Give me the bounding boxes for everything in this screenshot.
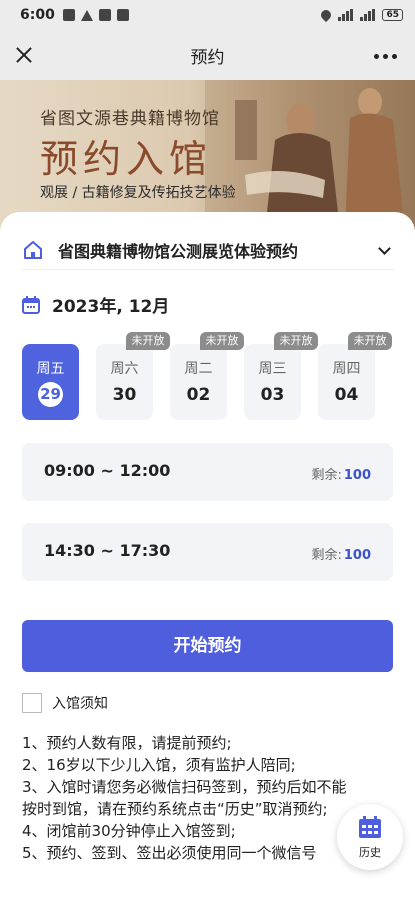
rule-line: 按时到馆，请在预约系统点击“历史”取消预约;: [22, 800, 328, 818]
remaining-label: 剩余:: [311, 468, 342, 483]
notice-checkbox-row[interactable]: 入馆须知: [22, 693, 108, 713]
banner-title: 预约入馆: [40, 137, 213, 181]
calendar-history-icon: [359, 816, 381, 838]
home-icon: [24, 240, 42, 259]
month-label: 2023年, 12月: [52, 297, 170, 317]
not-open-badge: 未开放: [200, 332, 244, 350]
history-label: 历史: [359, 846, 381, 859]
date-item[interactable]: 周五 29: [22, 344, 79, 420]
date-number: 02: [186, 385, 211, 405]
remaining-count: 100: [343, 548, 371, 563]
month-header: 2023年, 12月: [22, 292, 169, 317]
date-picker: 周五 29 周六 30 未开放 周二 02 未开放 周三 03 未开放 周四 0…: [22, 332, 397, 432]
signal-icon-2: [360, 9, 376, 21]
status-time: 6:00: [20, 7, 55, 23]
banner-painting: [205, 80, 415, 230]
slot-time: 09:00 ~ 12:00: [44, 461, 171, 480]
chevron-down-icon[interactable]: [378, 242, 391, 255]
date-item[interactable]: 周二 02: [170, 344, 227, 420]
date-number: 03: [260, 385, 285, 405]
notice-label: 入馆须知: [52, 696, 108, 712]
not-open-badge: 未开放: [126, 332, 170, 350]
send-icon: [80, 9, 93, 21]
rule-line: 1、预约人数有限，请提前预约;: [22, 734, 232, 752]
weekday-label: 周四: [332, 361, 361, 377]
museum-name: 省图典籍博物馆公测展览体验预约: [58, 241, 299, 261]
time-slot[interactable]: 14:30 ~ 17:30 剩余: 100: [22, 523, 393, 581]
signal-icon: [338, 9, 354, 21]
app-notification-icon: [62, 9, 75, 21]
notification-icons: [62, 9, 129, 21]
banner-description: 观展 / 古籍修复及传拓技艺体验: [40, 185, 236, 201]
weekday-label: 周三: [258, 361, 287, 377]
slot-remaining: 剩余: 100: [311, 464, 371, 483]
close-icon[interactable]: [12, 43, 36, 67]
rule-line: 2、16岁以下少儿入馆，须有监护人陪同;: [22, 756, 296, 774]
weekday-label: 周五: [36, 361, 65, 377]
remaining-label: 剩余:: [311, 548, 342, 563]
date-item[interactable]: 周六 30: [96, 344, 153, 420]
calendar-icon: [22, 295, 40, 314]
weekday-label: 周六: [110, 361, 139, 377]
slot-remaining: 剩余: 100: [311, 544, 371, 563]
date-number: 30: [112, 385, 137, 405]
app-notification-icon-2: [116, 9, 129, 21]
time-slot[interactable]: 09:00 ~ 12:00 剩余: 100: [22, 443, 393, 501]
location-icon: [319, 7, 334, 23]
banner-subtitle: 省图文源巷典籍博物馆: [40, 109, 220, 129]
nfc-icon: [98, 9, 111, 21]
battery-icon: 65: [382, 9, 403, 21]
system-icons: 65: [319, 7, 403, 23]
remaining-count: 100: [343, 468, 371, 483]
notice-checkbox[interactable]: [22, 693, 42, 713]
nav-bar: 预约: [0, 30, 415, 80]
date-item[interactable]: 周四 04: [318, 344, 375, 420]
more-icon[interactable]: [374, 54, 397, 59]
slot-time: 14:30 ~ 17:30: [44, 541, 171, 560]
museum-selector[interactable]: 省图典籍博物馆公测展览体验预约: [22, 230, 395, 270]
banner: 省图文源巷典籍博物馆 预约入馆 观展 / 古籍修复及传拓技艺体验: [0, 80, 415, 230]
booking-card: 省图典籍博物馆公测展览体验预约 2023年, 12月 周五 29 周六 30 未…: [0, 212, 415, 900]
not-open-badge: 未开放: [348, 332, 392, 350]
rule-line: 3、入馆时请您务必微信扫码签到，预约后如不能: [22, 778, 347, 796]
not-open-badge: 未开放: [274, 332, 318, 350]
weekday-label: 周二: [184, 361, 213, 377]
status-bar: 6:00 65: [0, 0, 415, 30]
date-number: 04: [334, 385, 359, 405]
date-item[interactable]: 周三 03: [244, 344, 301, 420]
start-booking-button[interactable]: 开始预约: [22, 620, 393, 672]
page-title: 预约: [190, 47, 225, 68]
date-number: 29: [38, 382, 63, 407]
history-button[interactable]: 历史: [337, 804, 403, 870]
